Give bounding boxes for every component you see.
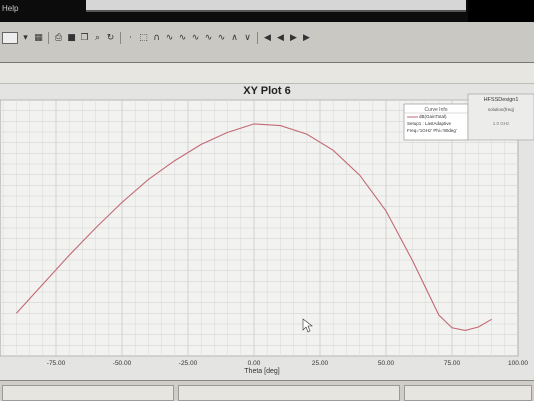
save-icon[interactable]: ■ bbox=[66, 33, 77, 44]
background-window bbox=[86, 0, 466, 12]
status-bar bbox=[0, 380, 534, 401]
first-icon[interactable]: ◀ bbox=[262, 33, 273, 44]
wave2-icon[interactable]: ∿ bbox=[177, 33, 188, 44]
next-icon[interactable]: ▶ bbox=[301, 33, 312, 44]
background-window-dark bbox=[468, 0, 534, 22]
marker-down-icon[interactable]: ∨ bbox=[242, 33, 253, 44]
design-panel: HFSSDesign1 solution(freq) 1.0 GHz bbox=[467, 93, 534, 141]
copy-icon[interactable]: ❐ bbox=[79, 33, 90, 44]
legend-value: 1.0 GHz bbox=[493, 121, 510, 126]
report-strip bbox=[0, 63, 534, 84]
x-tick-labels: -75.00 -50.00 -25.00 0.00 25.00 50.00 75.00 100… bbox=[47, 360, 529, 367]
x-tick-label: 25.00 bbox=[312, 360, 329, 367]
toolbar: ▾ ▦ ⎙ ■ ❐ ⌕ ↻ · ⬚ ∩ ∿ ∿ ∿ ∿ ∿ ∧ ∨ ◀ ◀ ▶ ▶ bbox=[0, 22, 534, 63]
x-tick-label: 75.00 bbox=[444, 360, 461, 367]
toolbar-row: ▾ ▦ ⎙ ■ ❐ ⌕ ↻ · ⬚ ∩ ∿ ∿ ∿ ∿ ∿ ∧ ∨ ◀ ◀ ▶ ▶ bbox=[0, 30, 312, 46]
prev-icon[interactable]: ◀ bbox=[275, 33, 286, 44]
menu-help[interactable]: Help bbox=[2, 4, 18, 13]
fit-icon[interactable]: ⬚ bbox=[138, 33, 149, 44]
legend-col2: solution(freq) bbox=[488, 107, 515, 112]
point-icon[interactable]: · bbox=[125, 33, 136, 44]
x-tick-label: 100.00 bbox=[508, 360, 528, 367]
x-tick-label: -50.00 bbox=[113, 360, 132, 367]
x-tick-label: -25.00 bbox=[179, 360, 198, 367]
print-icon[interactable]: ⎙ bbox=[53, 33, 64, 44]
toolbar-separator bbox=[257, 32, 258, 44]
marker-up-icon[interactable]: ∧ bbox=[229, 33, 240, 44]
curve-info-legend[interactable]: Curve Info dB(GainTotal) Setup1 : LastAd… bbox=[403, 103, 469, 141]
wave4-icon[interactable]: ∿ bbox=[203, 33, 214, 44]
x-tick-label: 0.00 bbox=[248, 360, 261, 367]
toolbar-separator bbox=[48, 32, 49, 44]
wave1-icon[interactable]: ∿ bbox=[164, 33, 175, 44]
dropdown-icon[interactable]: ▾ bbox=[20, 33, 31, 44]
status-cell-right bbox=[404, 385, 532, 401]
legend-line-2: Setup1 : LastAdaptive bbox=[407, 121, 452, 126]
view-combo[interactable] bbox=[2, 32, 18, 44]
zoom-icon[interactable]: ⌕ bbox=[92, 33, 103, 44]
x-tick-label: -75.00 bbox=[47, 360, 66, 367]
play-icon[interactable]: ▶ bbox=[288, 33, 299, 44]
wave5-icon[interactable]: ∿ bbox=[216, 33, 227, 44]
toolbar-separator bbox=[120, 32, 121, 44]
wave3-icon[interactable]: ∿ bbox=[190, 33, 201, 44]
legend-line-1: dB(GainTotal) bbox=[419, 114, 447, 119]
legend-header: Curve Info bbox=[424, 107, 447, 113]
status-cell-left bbox=[2, 385, 174, 401]
x-tick-label: 50.00 bbox=[378, 360, 395, 367]
grid-icon[interactable]: ▦ bbox=[33, 33, 44, 44]
design-label: HFSSDesign1 bbox=[484, 97, 519, 103]
arc-icon[interactable]: ∩ bbox=[151, 33, 162, 44]
rotate-icon[interactable]: ↻ bbox=[105, 33, 116, 44]
status-cell-mid bbox=[178, 385, 400, 401]
title-bar: Help bbox=[0, 0, 534, 22]
x-axis-label: Theta [deg] bbox=[244, 368, 279, 375]
legend-line-3: Freq='1GHz' Phi='90deg' bbox=[407, 128, 457, 133]
xy-plot: -75.00 -50.00 -25.00 0.00 25.00 50.00 75.00 100… bbox=[0, 93, 534, 375]
